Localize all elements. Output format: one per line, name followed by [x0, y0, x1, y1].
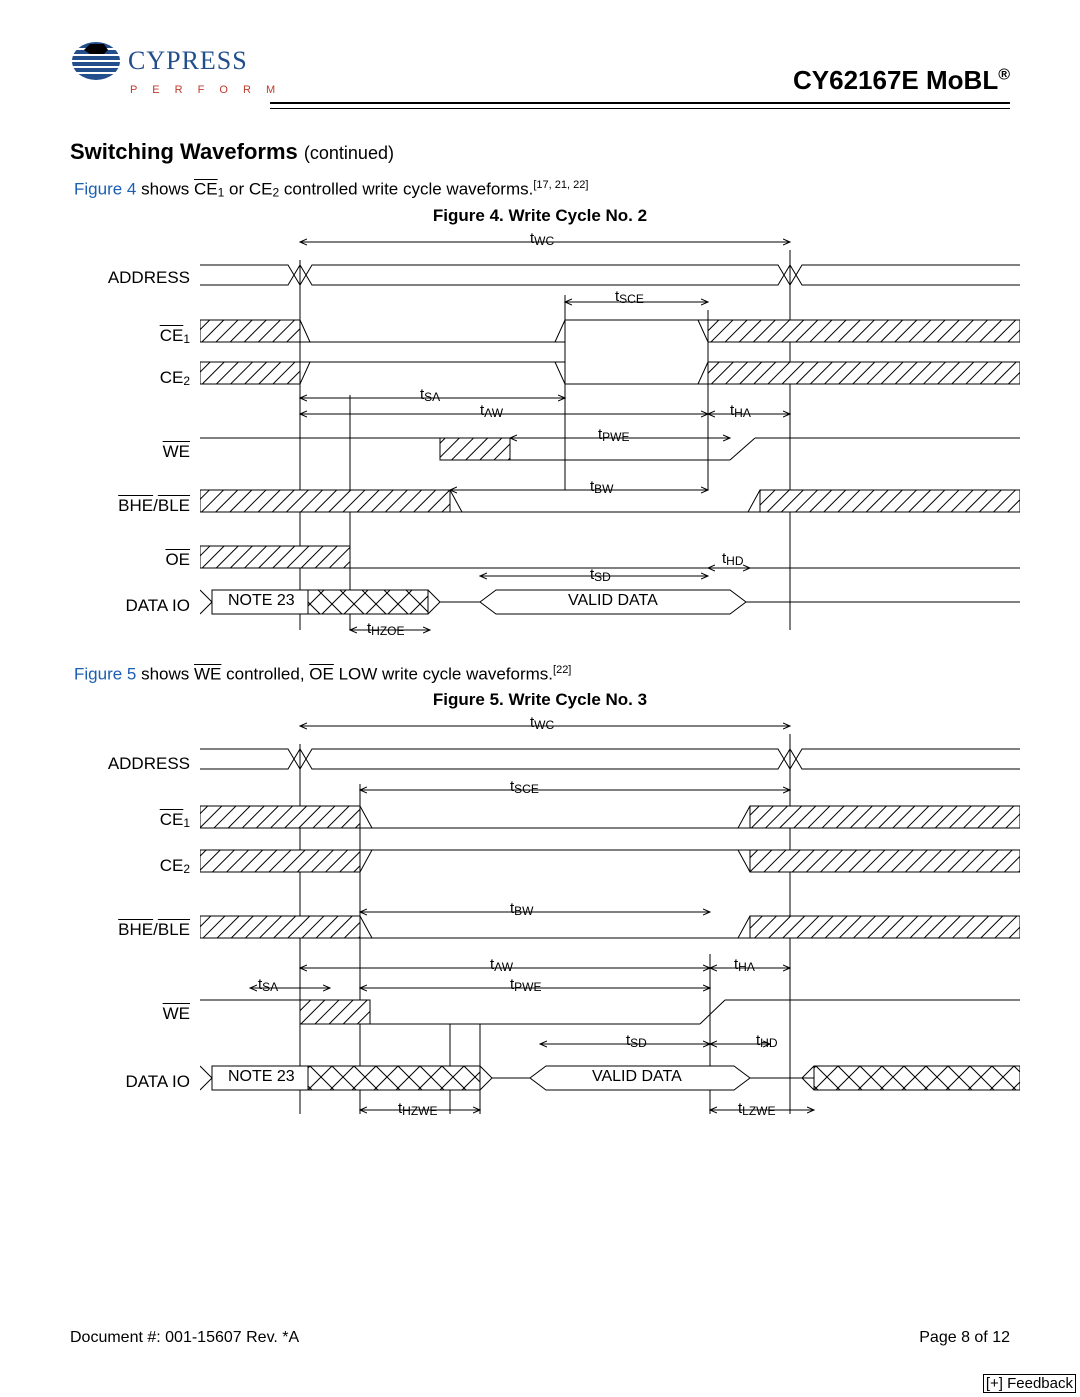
row-ce2: CE2 [70, 368, 190, 388]
tagline: P E R F O R M [130, 84, 281, 96]
label-thd-2: tHD [756, 1032, 778, 1050]
label-twc-2: tWC [530, 714, 554, 732]
figure4-caption: Figure 4. Write Cycle No. 2 [70, 206, 1010, 226]
figure5-diagram: ADDRESS CE1 CE2 BHE/BLE WE DATA IO [70, 714, 1010, 1144]
label-tpwe: tPWE [598, 426, 630, 444]
figure5-caption: Figure 5. Write Cycle No. 3 [70, 690, 1010, 710]
part-text: CY62167E MoBL [793, 65, 998, 95]
brand-text: CYPRESS [128, 46, 248, 76]
row-we-2: WE [70, 1004, 190, 1024]
figure4-diagram: ADDRESS CE1 CE2 WE BHE/BLE OE DATA IO [70, 230, 1010, 650]
registered-mark: ® [998, 66, 1010, 83]
row-oe: OE [70, 550, 190, 570]
row-bhe: BHE/BLE [70, 496, 190, 516]
label-tsd: tSD [590, 566, 611, 584]
label-taw-2: tAW [490, 956, 513, 974]
figure5-description: Figure 5 shows WE controlled, OE LOW wri… [74, 664, 1010, 685]
label-tha-2: tHA [734, 956, 755, 974]
label-tlzwe: tLZWE [738, 1100, 776, 1118]
section-title: Switching Waveforms (continued) [70, 139, 1010, 165]
row-address-2: ADDRESS [70, 754, 190, 774]
section-title-text: Switching Waveforms [70, 139, 298, 164]
label-tsa: tSA [420, 386, 440, 404]
label-tsa-2: tSA [258, 976, 278, 994]
row-data-2: DATA IO [70, 1072, 190, 1092]
cypress-logo: CYPRESS [70, 40, 248, 82]
cypress-globe-icon [70, 40, 122, 82]
logo-block: CYPRESS P E R F O R M [70, 40, 281, 96]
figure5-link[interactable]: Figure 5 [74, 664, 136, 683]
label-valid-2: VALID DATA [592, 1068, 682, 1086]
figure4-description: Figure 4 shows CE1 or CE2 controlled wri… [74, 179, 1010, 200]
page-footer: Document #: 001-15607 Rev. *A Page 8 of … [70, 1329, 1010, 1347]
row-data: DATA IO [70, 596, 190, 616]
label-tsd-2: tSD [626, 1032, 647, 1050]
row-bhe-2: BHE/BLE [70, 920, 190, 940]
row-address: ADDRESS [70, 268, 190, 288]
label-thzwe: tHZWE [398, 1100, 438, 1118]
label-twc: tWC [530, 230, 554, 248]
row-ce1: CE1 [70, 326, 190, 346]
label-tbw-2: tBW [510, 900, 534, 918]
label-tbw: tBW [590, 478, 614, 496]
row-ce2-2: CE2 [70, 856, 190, 876]
label-tpwe-2: tPWE [510, 976, 542, 994]
page-header: CYPRESS P E R F O R M CY62167E MoBL® [70, 40, 1010, 96]
figure4-link[interactable]: Figure 4 [74, 180, 136, 199]
label-thd: tHD [722, 550, 744, 568]
label-taw: tAW [480, 402, 503, 420]
part-number: CY62167E MoBL® [793, 65, 1010, 96]
label-tha: tHA [730, 402, 751, 420]
header-rule [270, 102, 1010, 109]
page-number: Page 8 of 12 [919, 1329, 1010, 1347]
label-tsce-2: tSCE [510, 778, 539, 796]
section-continued: (continued) [304, 143, 394, 163]
row-ce1-2: CE1 [70, 810, 190, 830]
label-tsce: tSCE [615, 288, 644, 306]
label-valid-1: VALID DATA [568, 592, 658, 610]
row-we: WE [70, 442, 190, 462]
feedback-button[interactable]: [+] Feedback [983, 1374, 1076, 1393]
doc-number: Document #: 001-15607 Rev. *A [70, 1329, 299, 1347]
label-thzoe: tHZOE [367, 620, 405, 638]
label-note23-1: NOTE 23 [228, 592, 295, 610]
label-note23-2: NOTE 23 [228, 1068, 295, 1086]
